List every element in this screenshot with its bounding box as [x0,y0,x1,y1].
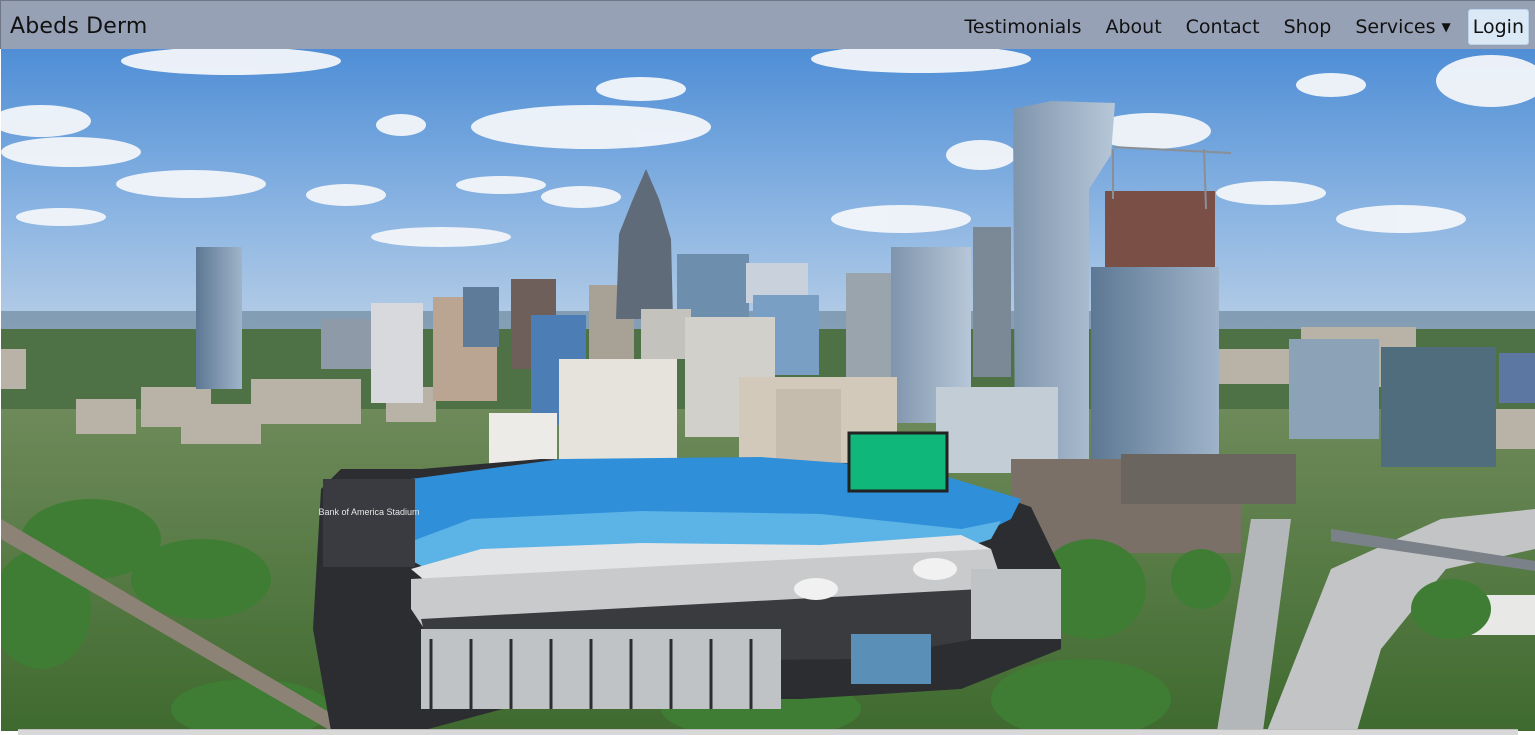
nav-link-contact[interactable]: Contact [1186,9,1260,45]
city-skyline-photo: Bank of America Stadium [1,49,1535,731]
stadium-sign: Bank of America Stadium [318,507,419,517]
nav-link-testimonials[interactable]: Testimonials [965,9,1082,45]
nav-link-label: About [1105,16,1162,38]
nav-link-label: Testimonials [964,16,1082,38]
nav-link-label: Shop [1283,16,1332,38]
caret-down-icon: ▼ [1441,20,1451,34]
nav-link-label: Services [1355,16,1436,38]
nav-links: Testimonials About Contact Shop Services… [941,9,1529,45]
stadium: Bank of America Stadium [313,431,1061,731]
video-board [847,431,949,493]
horizontal-scrollbar[interactable] [18,729,1518,735]
nav-link-shop[interactable]: Shop [1284,9,1332,45]
brand-title[interactable]: Abeds Derm [10,13,148,41]
nav-dropdown-services[interactable]: Services ▼ [1355,9,1450,45]
nav-link-label: Contact [1185,16,1260,38]
hero-image: Bank of America Stadium [1,49,1535,731]
login-button[interactable]: Login [1467,9,1529,45]
nav-link-about[interactable]: About [1105,9,1161,45]
top-navbar: Abeds Derm Testimonials About Contact Sh… [0,0,1535,49]
